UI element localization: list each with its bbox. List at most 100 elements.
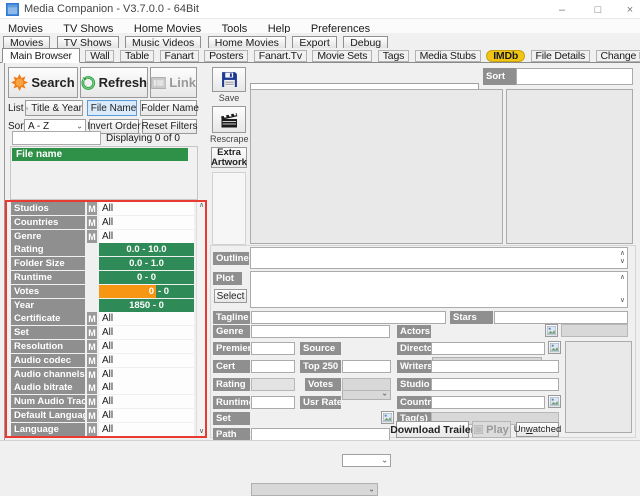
tab-main-browser[interactable]: Main Browser bbox=[2, 48, 80, 63]
file-name-button[interactable]: File Name bbox=[87, 100, 137, 116]
tab-file-details[interactable]: File Details bbox=[531, 50, 591, 62]
movie-list[interactable]: File name bbox=[10, 146, 198, 200]
close-button[interactable]: × bbox=[616, 0, 640, 19]
filter-combo[interactable]: All bbox=[99, 354, 194, 367]
filter-combo[interactable]: All bbox=[99, 326, 194, 339]
outline-textarea[interactable]: ∧ ∨ bbox=[250, 247, 628, 269]
set-image-button[interactable] bbox=[381, 411, 394, 424]
scroll-up-icon[interactable]: ∧ bbox=[620, 250, 625, 258]
tab-fanart[interactable]: Fanart bbox=[160, 50, 199, 62]
rescrape-icon bbox=[220, 112, 238, 128]
folder-size-range-slider[interactable]: 0.0 - 1.0 bbox=[99, 257, 194, 270]
tab-imdb[interactable]: IMDb bbox=[486, 50, 525, 62]
stars-input[interactable] bbox=[494, 311, 628, 324]
country-image-button[interactable] bbox=[548, 395, 561, 408]
year-range-slider[interactable]: 1850 - 0 bbox=[99, 299, 194, 312]
maximize-button[interactable]: □ bbox=[584, 0, 612, 19]
reset-filters-button[interactable]: Reset Filters bbox=[142, 119, 197, 134]
select-button[interactable]: Select bbox=[214, 289, 247, 303]
country-input[interactable] bbox=[431, 396, 545, 409]
premiere-input[interactable] bbox=[251, 342, 295, 355]
poster-preview-panel[interactable] bbox=[506, 89, 633, 244]
cert-input[interactable] bbox=[251, 360, 295, 373]
actor-image-button[interactable] bbox=[545, 324, 558, 337]
filter-combo[interactable]: All bbox=[99, 202, 194, 215]
studio-input[interactable] bbox=[431, 378, 559, 391]
multi-toggle[interactable]: M bbox=[87, 312, 97, 325]
chevron-down-icon: ⌄ bbox=[76, 122, 83, 130]
filter-combo[interactable]: All bbox=[99, 340, 194, 353]
top250-label: Top 250 bbox=[300, 360, 341, 373]
scroll-down-icon[interactable]: ∨ bbox=[620, 258, 625, 266]
tab-media-stubs[interactable]: Media Stubs bbox=[415, 50, 481, 62]
play-button[interactable]: Play bbox=[472, 421, 511, 438]
scroll-up-icon[interactable]: ∧ bbox=[620, 274, 625, 282]
link-button-label: Link bbox=[169, 75, 196, 90]
multi-toggle[interactable]: M bbox=[87, 230, 97, 243]
search-button[interactable]: Search bbox=[8, 67, 78, 98]
tab-posters[interactable]: Posters bbox=[204, 50, 248, 62]
director-image-button[interactable] bbox=[548, 341, 561, 354]
save-button[interactable] bbox=[212, 67, 246, 92]
multi-toggle[interactable]: M bbox=[87, 202, 97, 215]
fanart-preview-panel[interactable] bbox=[250, 89, 503, 244]
director-input[interactable] bbox=[431, 342, 545, 355]
filter-combo[interactable]: All bbox=[99, 381, 194, 394]
folder-name-button[interactable]: Folder Name bbox=[140, 100, 197, 116]
tab-wall[interactable]: Wall bbox=[85, 50, 114, 62]
filter-combo[interactable]: All bbox=[99, 423, 194, 436]
tab-movie-sets[interactable]: Movie Sets bbox=[312, 50, 372, 62]
rescrape-button[interactable] bbox=[212, 106, 246, 133]
filter-combo[interactable]: All bbox=[99, 395, 194, 408]
votes-range-slider-right[interactable]: - 0 bbox=[156, 285, 194, 298]
extra-artwork-button[interactable]: Extra Artwork bbox=[211, 147, 247, 168]
multi-toggle[interactable]: M bbox=[87, 368, 97, 381]
filter-combo[interactable]: All bbox=[99, 409, 194, 422]
title-year-button[interactable]: Title & Year bbox=[25, 100, 83, 116]
set-combo[interactable]: ⌄ bbox=[251, 483, 378, 496]
multi-toggle[interactable]: M bbox=[87, 340, 97, 353]
filter-combo[interactable]: All bbox=[99, 368, 194, 381]
plot-textarea[interactable]: ∧ ∨ bbox=[250, 271, 628, 308]
runtime-range-slider[interactable]: 0 - 0 bbox=[99, 271, 194, 284]
link-button[interactable]: Link bbox=[150, 67, 197, 98]
genre-input[interactable] bbox=[251, 325, 390, 338]
scroll-down-icon[interactable]: ∨ bbox=[199, 428, 204, 436]
votes-field bbox=[342, 378, 391, 391]
filter-combo[interactable]: All bbox=[99, 216, 194, 229]
multi-toggle[interactable]: M bbox=[87, 381, 97, 394]
list-search-input[interactable] bbox=[12, 131, 101, 145]
refresh-button[interactable]: Refresh bbox=[80, 67, 148, 98]
scroll-up-icon[interactable]: ∧ bbox=[199, 202, 204, 210]
usr-rate-combo[interactable]: ⌄ bbox=[342, 454, 391, 467]
tab-fanart-tv[interactable]: Fanart.Tv bbox=[254, 50, 307, 62]
filter-combo[interactable]: All bbox=[99, 312, 194, 325]
multi-toggle[interactable]: M bbox=[87, 395, 97, 408]
tab-change-movie[interactable]: Change Movie bbox=[596, 50, 640, 62]
multi-toggle[interactable]: M bbox=[87, 326, 97, 339]
multi-toggle[interactable]: M bbox=[87, 216, 97, 229]
top250-input[interactable] bbox=[342, 360, 391, 373]
tab-table[interactable]: Table bbox=[120, 50, 154, 62]
multi-toggle[interactable]: M bbox=[87, 423, 97, 436]
runtime-input[interactable] bbox=[251, 396, 295, 409]
list-column-header[interactable]: File name bbox=[12, 148, 188, 161]
unwatched-button[interactable]: Unwatched bbox=[516, 422, 559, 437]
votes-range-slider-left[interactable]: 0 bbox=[99, 285, 156, 298]
multi-toggle[interactable]: M bbox=[87, 354, 97, 367]
premiere-label: Premiere bbox=[213, 342, 250, 355]
actor-role-field[interactable] bbox=[561, 324, 628, 337]
tagline-input[interactable] bbox=[251, 311, 446, 324]
filter-combo[interactable]: All bbox=[99, 230, 194, 243]
rating-range-slider[interactable]: 0.0 - 10.0 bbox=[99, 243, 194, 256]
minimize-button[interactable]: – bbox=[548, 0, 576, 19]
filter-scrollbar[interactable]: ∧ ∨ bbox=[196, 202, 206, 436]
download-trailer-button[interactable]: Download Trailer bbox=[396, 421, 469, 438]
writers-input[interactable] bbox=[431, 360, 559, 373]
status-strip bbox=[0, 440, 640, 447]
multi-toggle[interactable]: M bbox=[87, 409, 97, 422]
search-button-label: Search bbox=[31, 75, 74, 90]
tab-tags[interactable]: Tags bbox=[378, 50, 409, 62]
scroll-down-icon[interactable]: ∨ bbox=[620, 297, 625, 305]
sort-field-input[interactable] bbox=[516, 68, 633, 85]
